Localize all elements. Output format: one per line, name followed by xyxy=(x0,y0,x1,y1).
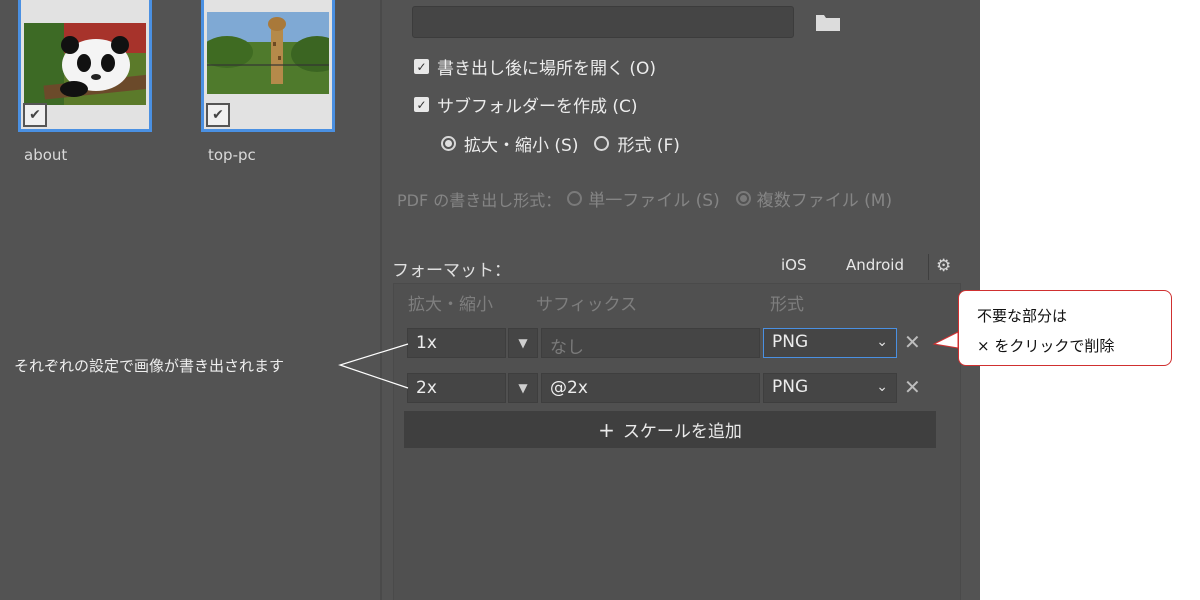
annotation-right: 不要な部分は × をクリックで削除 xyxy=(958,290,1172,366)
annotation-right-line2: × をクリックで削除 xyxy=(977,337,1115,355)
annotation-right-line1: 不要な部分は xyxy=(977,307,1068,325)
